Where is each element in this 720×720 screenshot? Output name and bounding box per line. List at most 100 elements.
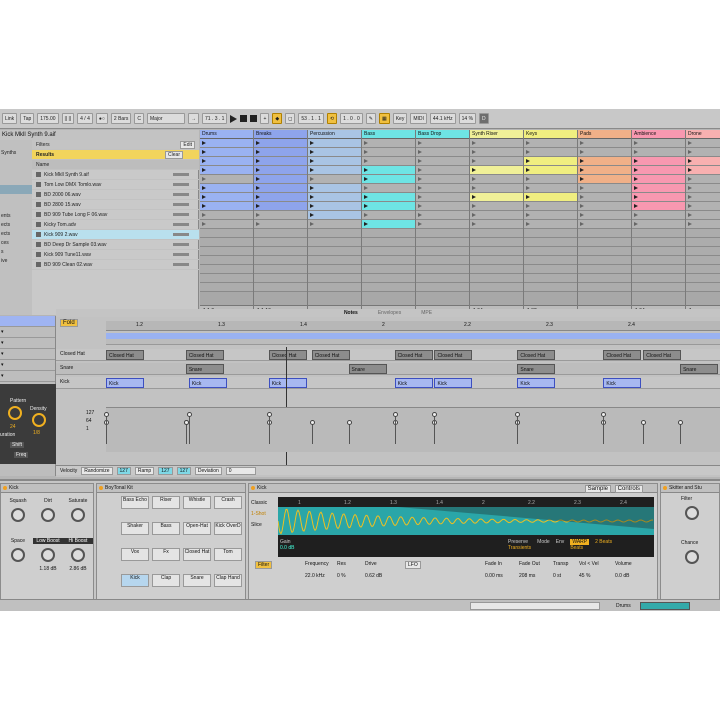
clip-slot-filled[interactable] — [308, 148, 361, 157]
sidebar-item[interactable] — [0, 176, 32, 185]
sidebar-item[interactable] — [0, 194, 32, 203]
clip-slot-filled[interactable] — [254, 175, 307, 184]
clip-launch-icon[interactable] — [634, 204, 638, 208]
file-row[interactable]: Kick Mkll Synth 9.aif — [32, 170, 199, 180]
clip-slot[interactable] — [362, 238, 415, 247]
clip-slot[interactable] — [686, 184, 720, 193]
stop-slot-icon[interactable] — [364, 141, 368, 145]
clip-slot[interactable] — [524, 229, 577, 238]
sample-waveform[interactable]: 1 1.2 1.3 1.4 2 2.2 2.3 2.4 Gain 0.0 dB Preserve… — [278, 497, 654, 557]
velocity-handle[interactable] — [641, 420, 647, 425]
fade-in-value[interactable]: 0.00 ms — [485, 573, 503, 579]
clip-slot[interactable] — [470, 184, 523, 193]
clip-slot[interactable] — [524, 220, 577, 229]
clip-slot[interactable] — [470, 283, 523, 292]
clip-slot[interactable] — [632, 265, 685, 274]
gain-value[interactable]: 0.0 dB — [280, 545, 294, 551]
clip-launch-icon[interactable] — [634, 159, 638, 163]
clip-slot[interactable] — [200, 247, 253, 256]
midi-note[interactable]: Closed Hat — [434, 350, 473, 360]
clip-slot[interactable] — [200, 256, 253, 265]
clip-prop-row[interactable]: ▾ — [0, 360, 55, 371]
skitter-filter-knob[interactable] — [685, 506, 699, 520]
midi-note[interactable]: Closed Hat — [643, 350, 682, 360]
midi-map-button[interactable]: MIDI — [410, 113, 427, 124]
clip-slot[interactable] — [578, 139, 631, 148]
clip-slot-filled[interactable] — [254, 148, 307, 157]
sidebar-item[interactable] — [0, 185, 32, 194]
lfo-toggle[interactable]: LFO — [405, 561, 421, 569]
stop-slot-icon[interactable] — [364, 159, 368, 163]
stop-slot-icon[interactable] — [256, 213, 260, 217]
velocity-stem[interactable] — [186, 412, 192, 444]
clip-slot[interactable] — [578, 238, 631, 247]
clip-slot[interactable] — [308, 283, 361, 292]
drum-pad[interactable]: Shaker — [121, 522, 149, 535]
clip-slot-filled[interactable] — [632, 184, 685, 193]
clip-slot-filled[interactable] — [308, 193, 361, 202]
velocity-stem[interactable] — [183, 420, 189, 444]
stop-slot-icon[interactable] — [688, 186, 692, 190]
clip-slot[interactable] — [200, 175, 253, 184]
stop-slot-icon[interactable] — [472, 159, 476, 163]
clip-slot[interactable] — [416, 238, 469, 247]
drum-pad[interactable]: Bass Echo — [121, 496, 149, 509]
clip-slot-filled[interactable] — [632, 193, 685, 202]
clip-slot[interactable] — [308, 175, 361, 184]
clip-slot[interactable] — [686, 202, 720, 211]
drum-pad[interactable]: Kick OverD — [214, 522, 242, 535]
clip-slot[interactable] — [200, 238, 253, 247]
randomize-amount[interactable]: 127 — [116, 466, 131, 475]
velocity-handle[interactable] — [601, 412, 607, 417]
clip-slot[interactable] — [200, 274, 253, 283]
stop-slot-icon[interactable] — [310, 177, 314, 181]
velocity-stem[interactable] — [392, 412, 398, 444]
clip-slot[interactable] — [362, 247, 415, 256]
clip-slot[interactable] — [686, 220, 720, 229]
time-signature-field[interactable]: 4 / 4 — [77, 113, 93, 124]
clip-slot[interactable] — [200, 220, 253, 229]
clip-slot[interactable] — [632, 238, 685, 247]
clip-slot[interactable] — [632, 283, 685, 292]
clip-slot[interactable] — [470, 211, 523, 220]
key-map-button[interactable]: Key — [392, 113, 408, 124]
clip-launch-icon[interactable] — [688, 168, 692, 172]
clip-slot[interactable] — [362, 256, 415, 265]
clip-slot[interactable] — [362, 283, 415, 292]
loop-length-field[interactable]: 1 . 0 . 0 — [340, 113, 363, 124]
stop-slot-icon[interactable] — [418, 168, 422, 172]
clip-slot[interactable] — [632, 247, 685, 256]
clip-launch-icon[interactable] — [256, 177, 260, 181]
midi-note[interactable]: Closed Hat — [106, 350, 144, 360]
clip-slot[interactable] — [578, 265, 631, 274]
draw-mode-button[interactable]: ✎ — [365, 113, 376, 124]
clip-slot[interactable] — [686, 265, 720, 274]
file-row[interactable]: BD 909 Tube Long F 06.wav — [32, 210, 199, 220]
volume-value[interactable]: 0.0 dB — [615, 573, 629, 579]
warp-length[interactable]: 2 Beats — [595, 539, 612, 551]
sidebar-item[interactable] — [0, 167, 32, 176]
clip-slot-filled[interactable] — [578, 157, 631, 166]
stop-slot-icon[interactable] — [418, 177, 422, 181]
stop-slot-icon[interactable] — [472, 186, 476, 190]
clip-slot-filled[interactable] — [632, 202, 685, 211]
tab-mpe[interactable]: MPE — [421, 309, 432, 317]
clip-launch-icon[interactable] — [202, 159, 206, 163]
clip-launch-icon[interactable] — [202, 186, 206, 190]
clip-slot[interactable] — [470, 265, 523, 274]
clip-slot[interactable] — [524, 175, 577, 184]
clip-slot[interactable] — [416, 220, 469, 229]
clip-slot-filled[interactable] — [362, 202, 415, 211]
clip-slot[interactable] — [254, 274, 307, 283]
clip-slot[interactable] — [362, 265, 415, 274]
follow-button[interactable]: → — [188, 113, 199, 124]
clip-slot[interactable] — [362, 274, 415, 283]
record-icon[interactable] — [250, 115, 258, 122]
drum-rack-title[interactable]: BoyTonal Kit — [97, 484, 245, 493]
clip-launch-icon[interactable] — [472, 195, 476, 199]
edit-button[interactable]: Edit — [180, 141, 195, 149]
stop-slot-icon[interactable] — [688, 177, 692, 181]
stop-slot-icon[interactable] — [418, 222, 422, 226]
stop-slot-icon[interactable] — [472, 177, 476, 181]
track-header[interactable]: Synth Riser — [470, 130, 523, 139]
